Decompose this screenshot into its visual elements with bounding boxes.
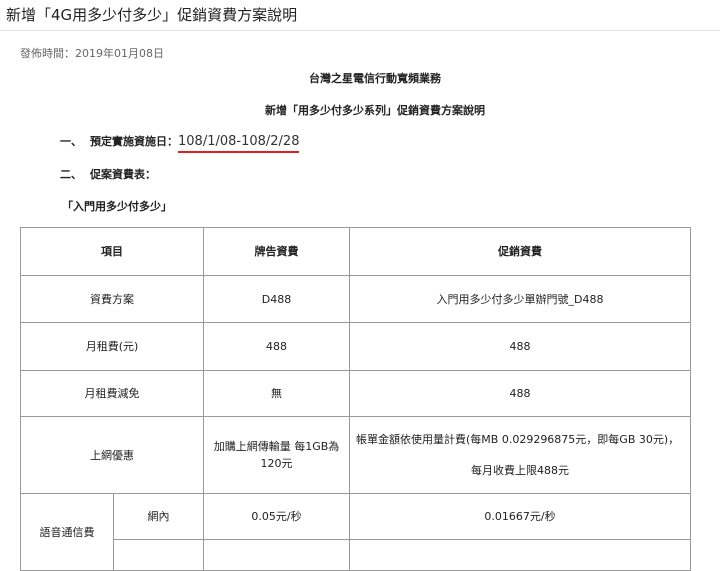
section-number: 二、 xyxy=(60,168,82,181)
row-promo-price: 488 xyxy=(349,322,691,371)
table-row: 資費方案 D488 入門用多少付多少單辦門號_D488 xyxy=(20,275,691,323)
header-item: 項目 xyxy=(20,227,204,276)
row-list-price xyxy=(203,539,350,571)
row-promo-price: 帳單金額依使用量計費(每MB 0.029296875元，即每GB 30元)， 每… xyxy=(349,416,691,494)
row-promo-price xyxy=(349,539,691,571)
row-list-price: 488 xyxy=(203,322,350,371)
section-label: 預定實施資施日： xyxy=(90,135,178,148)
publish-time: 發佈時間：2019年01月08日 xyxy=(20,47,164,60)
row-item: 月租費(元) xyxy=(20,322,204,371)
table-row xyxy=(21,539,691,571)
row-list-price: 無 xyxy=(203,370,350,417)
table-row: 月租費(元) 488 488 xyxy=(20,322,691,371)
row-list-price: 加購上網傳輸量 每1GB為120元 xyxy=(203,416,350,494)
section-effective-date: 一、 預定實施資施日：108/1/08-108/2/28 xyxy=(60,133,300,153)
promo-note-line: 每月收費上限488元 xyxy=(471,464,569,477)
org-name: 台灣之星電信行動寬頻業務 xyxy=(309,72,441,85)
header-list-price: 牌告資費 xyxy=(203,227,350,276)
row-sub-item: 網內 xyxy=(113,493,204,540)
row-item: 語音通信費 xyxy=(20,493,114,571)
header-promo-price: 促銷資費 xyxy=(349,227,691,276)
row-list-price: D488 xyxy=(203,275,350,323)
table-header-row: 項目 牌告資費 促銷資費 xyxy=(20,227,691,276)
row-promo-price: 488 xyxy=(349,370,691,417)
row-promo-price: 入門用多少付多少單辦門號_D488 xyxy=(349,275,691,323)
promo-note-line: 帳單金額依使用量計費(每MB 0.029296875元，即每GB 30元)， xyxy=(356,433,680,446)
plan-name: 「入門用多少付多少」 xyxy=(62,200,172,213)
row-item: 資費方案 xyxy=(20,275,204,323)
rate-table: 項目 牌告資費 促銷資費 資費方案 D488 入門用多少付多少單辦門號_D488… xyxy=(20,227,691,571)
row-list-price: 0.05元/秒 xyxy=(203,493,350,540)
section-rate-table: 二、 促案資費表： xyxy=(60,166,156,182)
effective-date-range: 108/1/08-108/2/28 xyxy=(178,134,300,153)
table-row: 上網優惠 加購上網傳輸量 每1GB為120元 帳單金額依使用量計費(每MB 0.… xyxy=(20,416,691,494)
row-item: 月租費減免 xyxy=(20,370,204,417)
row-sub-item xyxy=(113,539,204,571)
table-row: 月租費減免 無 488 xyxy=(20,370,691,417)
section-number: 一、 xyxy=(60,135,82,148)
section-label: 促案資費表： xyxy=(90,168,156,181)
page-title: 新增「4G用多少付多少」促銷資費方案說明 xyxy=(6,6,298,24)
row-promo-price: 0.01667元/秒 xyxy=(349,493,691,540)
table-row: 語音通信費 網內 0.05元/秒 0.01667元/秒 xyxy=(20,493,691,571)
row-item: 上網優惠 xyxy=(20,416,204,494)
document-heading: 新增「用多少付多少系列」促銷資費方案說明 xyxy=(265,104,485,117)
title-bar: 新增「4G用多少付多少」促銷資費方案說明 xyxy=(0,0,720,31)
